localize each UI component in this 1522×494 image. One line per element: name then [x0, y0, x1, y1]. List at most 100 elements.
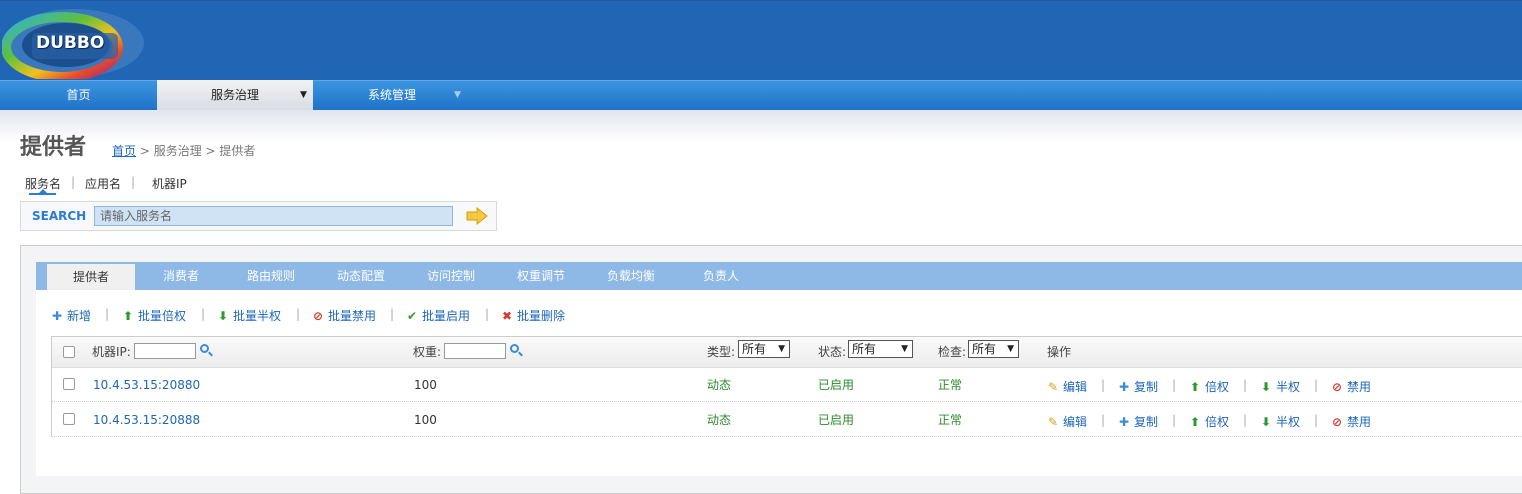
search-tab-ip[interactable]: 机器IP: [152, 175, 187, 192]
tab-load-balance[interactable]: 负载均衡: [591, 262, 671, 290]
edit-label: 编辑: [1063, 415, 1088, 429]
chevron-down-icon: ▼: [300, 90, 307, 100]
plus-icon: ✚: [1118, 380, 1130, 394]
op-separator: |: [1101, 413, 1106, 427]
search-icon[interactable]: [200, 344, 209, 353]
tab-weight[interactable]: 权重调节: [501, 262, 581, 290]
arrow-down-icon: ⬇: [1260, 380, 1272, 394]
nav-item-home[interactable]: 首页: [0, 80, 157, 110]
column-header-ops: 操作: [1047, 345, 1072, 359]
ip-filter-input[interactable]: [134, 343, 196, 359]
breadcrumb-home-link[interactable]: 首页: [112, 144, 136, 158]
logo-text: DUBBO: [36, 33, 105, 53]
breadcrumb-path: > 服务治理 > 提供者: [136, 144, 256, 158]
arrow-up-icon: ⬆: [1189, 380, 1201, 394]
search-input[interactable]: [94, 206, 453, 226]
batch-half-weight-label: 批量半权: [233, 309, 282, 323]
column-header-ip: 机器IP:: [92, 345, 131, 359]
provider-ip-link[interactable]: 10.4.53.15:20888: [93, 413, 200, 427]
row-checkbox[interactable]: [63, 413, 75, 425]
delete-icon: ✖: [501, 309, 513, 323]
toolbar-separator: |: [390, 307, 395, 321]
op-separator: |: [1314, 413, 1319, 427]
page-title: 提供者: [20, 135, 87, 160]
column-header-type: 类型:: [707, 345, 736, 359]
provider-ip-link[interactable]: 10.4.53.15:20880: [93, 378, 200, 392]
edit-button[interactable]: ✎ 编辑: [1047, 413, 1087, 430]
provider-check: 正常: [938, 378, 963, 392]
op-separator: |: [1243, 413, 1248, 427]
double-weight-button[interactable]: ⬆ 倍权: [1189, 413, 1229, 430]
batch-double-weight-button[interactable]: ⬆ 批量倍权: [122, 307, 186, 324]
search-tab-app[interactable]: 应用名: [85, 175, 121, 192]
table-header: 机器IP: 权重: 类型: 所有 ▼ 状态: 所有 ▼ 检查: 所有 ▼ 操作: [52, 337, 1522, 368]
tab-routes[interactable]: 路由规则: [231, 262, 311, 290]
copy-label: 复制: [1134, 380, 1159, 394]
provider-check: 正常: [938, 413, 963, 427]
edit-button[interactable]: ✎ 编辑: [1047, 378, 1087, 395]
breadcrumb: 首页 > 服务治理 > 提供者: [112, 142, 255, 159]
half-weight-button[interactable]: ⬇ 半权: [1260, 413, 1300, 430]
add-button[interactable]: ✚ 新增: [51, 307, 91, 324]
disable-button[interactable]: ⊘ 禁用: [1331, 413, 1371, 430]
providers-table: 机器IP: 权重: 类型: 所有 ▼ 状态: 所有 ▼ 检查: 所有 ▼ 操作 10.…: [51, 336, 1522, 437]
arrow-up-icon: ⬆: [1189, 415, 1201, 429]
plus-icon: ✚: [1118, 415, 1130, 429]
chevron-down-icon: ▼: [1007, 344, 1014, 354]
title-bar: [0, 110, 1522, 170]
search-tab-notch: [39, 189, 47, 193]
type-filter-select[interactable]: 所有 ▼: [738, 340, 790, 358]
batch-enable-label: 批量启用: [422, 309, 471, 323]
provider-status: 已启用: [818, 378, 855, 392]
status-filter-select[interactable]: 所有 ▼: [848, 340, 913, 358]
tab-dynamic-config[interactable]: 动态配置: [321, 262, 401, 290]
tab-owner[interactable]: 负责人: [681, 262, 761, 290]
edit-label: 编辑: [1063, 380, 1088, 394]
ban-icon: ⊘: [1331, 380, 1343, 394]
half-weight-label: 半权: [1276, 415, 1301, 429]
nav-item-label: 首页: [66, 88, 91, 102]
op-separator: |: [1172, 378, 1177, 392]
disable-button[interactable]: ⊘ 禁用: [1331, 378, 1371, 395]
tab-providers[interactable]: 提供者: [47, 264, 135, 290]
search-tab-separator: |: [131, 175, 136, 189]
arrow-right-icon[interactable]: [466, 207, 488, 225]
search-box: SEARCH: [20, 201, 497, 231]
check-icon: ✔: [406, 309, 418, 323]
batch-disable-label: 批量禁用: [328, 309, 377, 323]
copy-button[interactable]: ✚ 复制: [1118, 413, 1158, 430]
search-label: SEARCH: [32, 209, 87, 223]
arrow-down-icon: ⬇: [1260, 415, 1272, 429]
add-button-label: 新增: [67, 309, 92, 323]
double-weight-label: 倍权: [1205, 380, 1230, 394]
nav-item-system-admin[interactable]: 系统管理 ▼: [313, 80, 471, 110]
batch-enable-button[interactable]: ✔ 批量启用: [406, 307, 470, 324]
provider-type: 动态: [707, 378, 732, 392]
copy-button[interactable]: ✚ 复制: [1118, 378, 1158, 395]
toolbar-separator: |: [296, 307, 301, 321]
disable-label: 禁用: [1347, 380, 1372, 394]
search-tab-indicator: [29, 193, 56, 195]
search-icon[interactable]: [510, 344, 519, 353]
batch-disable-button[interactable]: ⊘ 批量禁用: [312, 307, 376, 324]
batch-half-weight-button[interactable]: ⬇ 批量半权: [217, 307, 281, 324]
copy-label: 复制: [1134, 415, 1159, 429]
nav-item-label: 系统管理: [367, 88, 416, 102]
half-weight-button[interactable]: ⬇ 半权: [1260, 378, 1300, 395]
provider-weight: 100: [414, 378, 437, 392]
tab-access-control[interactable]: 访问控制: [411, 262, 491, 290]
select-all-checkbox[interactable]: [63, 346, 75, 358]
weight-filter-input[interactable]: [444, 343, 506, 359]
toolbar-separator: |: [201, 307, 206, 321]
double-weight-button[interactable]: ⬆ 倍权: [1189, 378, 1229, 395]
provider-weight: 100: [414, 413, 437, 427]
row-checkbox[interactable]: [63, 378, 75, 390]
tab-consumers[interactable]: 消费者: [142, 262, 220, 290]
op-separator: |: [1314, 378, 1319, 392]
batch-delete-button[interactable]: ✖ 批量删除: [501, 307, 565, 324]
check-filter-select[interactable]: 所有 ▼: [968, 340, 1019, 358]
nav-item-service-governance[interactable]: 服务治理 ▼: [157, 80, 313, 110]
provider-status: 已启用: [818, 413, 855, 427]
double-weight-label: 倍权: [1205, 415, 1230, 429]
table-row: 10.4.53.15:20880 100 动态 已启用 正常 ✎ 编辑 | ✚ 复制…: [52, 368, 1522, 402]
